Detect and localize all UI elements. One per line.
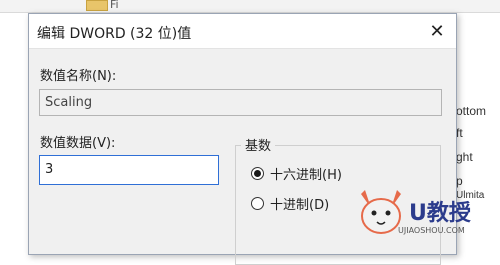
close-icon: ✕ [429, 20, 445, 42]
watermark-url: UJIAOSHOU.COM [398, 226, 465, 235]
value-data-input[interactable]: 3 [39, 155, 219, 185]
radio-checked-icon [251, 167, 264, 180]
watermark-brand: U教授 [409, 201, 471, 226]
background-value-fragment: ottom [456, 104, 487, 118]
dialog-titlebar[interactable]: 编辑 DWORD (32 位)值 ✕ [29, 14, 456, 49]
base-group-title: 基数 [241, 135, 276, 154]
dialog-title: 编辑 DWORD (32 位)值 [37, 26, 192, 42]
decimal-radio-label: 十进制(D) [270, 198, 330, 213]
hexadecimal-radio-label: 十六进制(H) [270, 168, 342, 183]
background-value-fragment: p [456, 174, 463, 188]
background-value-fragment: ght [456, 150, 473, 164]
decimal-radio[interactable]: 十进制(D) [251, 194, 329, 213]
background-folder-label: Fi [110, 0, 119, 11]
background-value-fragment: ft [456, 126, 463, 140]
folder-icon [86, 0, 108, 11]
value-name-label: 数值名称(N): [40, 69, 117, 84]
background-window-strip [0, 0, 500, 13]
hexadecimal-radio[interactable]: 十六进制(H) [251, 164, 342, 183]
radio-unchecked-icon [251, 197, 264, 210]
value-name-field: Scaling [39, 89, 442, 116]
value-data-label: 数值数据(V): [40, 136, 116, 151]
close-button[interactable]: ✕ [418, 14, 456, 48]
